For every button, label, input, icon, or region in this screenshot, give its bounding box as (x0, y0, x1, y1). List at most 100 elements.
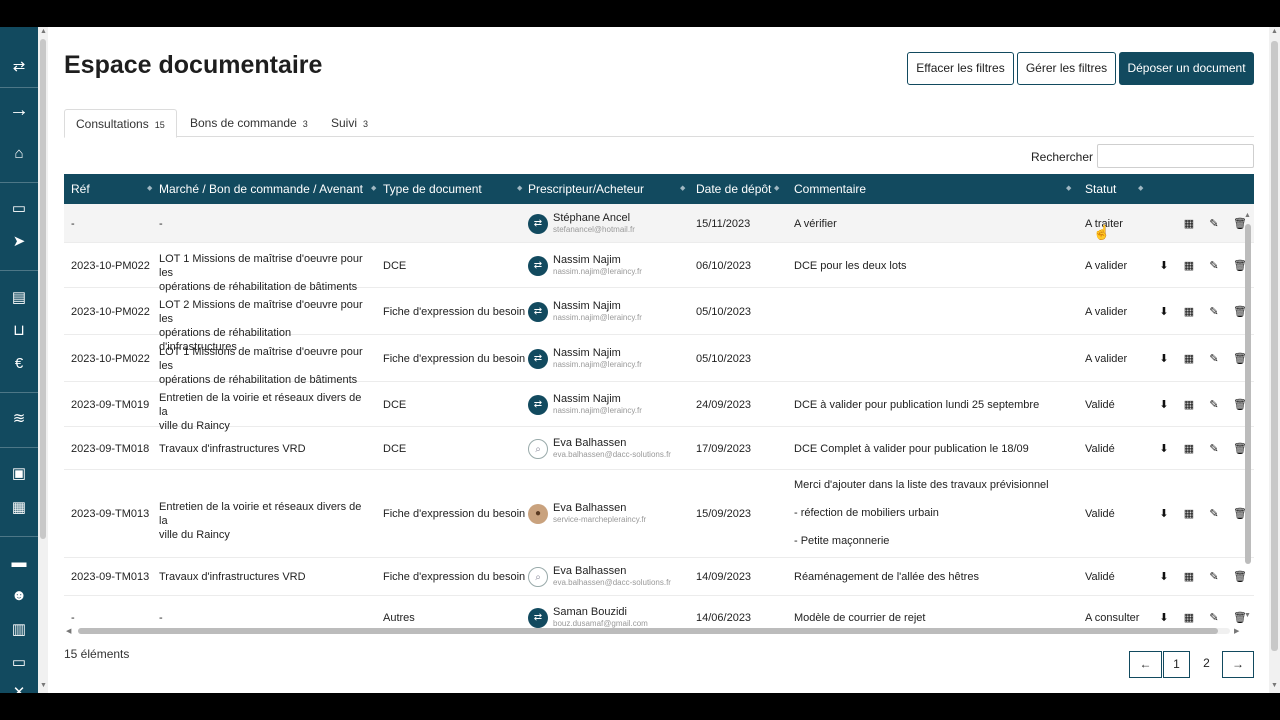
cell-ref: 2023-10-PM022 (71, 352, 150, 365)
page-scrollbar[interactable]: ▲ ▼ (1269, 27, 1280, 693)
avatar: ⇄ (528, 213, 548, 234)
prescripteur-name: Eva Balhassen (553, 565, 627, 577)
marche-line: Entretien de la voirie et réseaux divers… (159, 391, 362, 418)
table-row[interactable]: 2023-09-TM019 Entretien de la voirie et r… (64, 382, 1254, 432)
cell-date: 17/09/2023 (696, 442, 752, 455)
table-row[interactable]: 2023-10-PM022 LOT 1 Missions de maîtrise … (64, 243, 1254, 293)
cell-date: 24/09/2023 (696, 398, 752, 411)
column-header-date[interactable]: Date de dépôt ◆ (696, 174, 779, 204)
calendar-icon[interactable]: ▦ (1183, 218, 1195, 230)
mouse-cursor-icon: ☝ (1093, 224, 1111, 240)
edit-icon[interactable]: ✎ (1208, 612, 1220, 624)
column-header-type[interactable]: Type de document ◆ (383, 174, 522, 204)
download-icon[interactable]: ⬇ (1158, 612, 1170, 624)
upload-document-button[interactable]: Déposer un document (1119, 52, 1254, 85)
sidebar: ⇄ → ⌂ ▭ ➤ ▤ ⊔ € ≋ ▣ ▦ ▬ ☻ ▥ ▭ ✕ (0, 27, 38, 693)
prev-page-button[interactable]: ← (1129, 651, 1162, 678)
column-header-commentaire[interactable]: Commentaire ◆ (794, 174, 1071, 204)
comment-line: Merci d'ajouter dans la liste des travau… (794, 479, 1049, 491)
calendar-icon[interactable]: ▦ (1183, 443, 1195, 455)
clear-filters-button[interactable]: Effacer les filtres (907, 52, 1014, 85)
calendar-icon[interactable]: ▦ (1183, 612, 1195, 624)
column-header-ref[interactable]: Réf ◆ (71, 174, 152, 204)
cell-type: DCE (383, 442, 407, 455)
search-input[interactable] (1097, 144, 1254, 168)
calendar-icon[interactable]: ▦ (1183, 399, 1195, 411)
edit-icon[interactable]: ✎ (1208, 508, 1220, 520)
cell-commentaire: DCE à valider pour publication lundi 25 … (794, 398, 1040, 411)
download-icon[interactable]: ⬇ (1158, 443, 1170, 455)
calendar-icon[interactable]: ▦ (1183, 571, 1195, 583)
edit-icon[interactable]: ✎ (1208, 399, 1220, 411)
table-row[interactable]: 2023-09-TM013 Travaux d'infrastructures V… (64, 558, 1254, 596)
marche-line: LOT 2 Missions de maîtrise d'oeuvre pour… (159, 298, 363, 325)
table-row[interactable]: 2023-10-PM022 LOT 1 Missions de maîtrise … (64, 335, 1254, 386)
edit-icon[interactable]: ✎ (1208, 571, 1220, 583)
next-page-button[interactable]: → (1222, 651, 1254, 678)
table-row[interactable]: - - ⇄ Stéphane Ancel stefanancel@hotmail.fr 1… (64, 204, 1254, 243)
cell-marche: LOT 1 Missions de maîtrise d'oeuvre pour… (159, 345, 369, 387)
more-icon[interactable]: ✕ (9, 683, 29, 693)
calendar-icon[interactable]: ▦ (1183, 508, 1195, 520)
expand-arrow-icon[interactable]: → (9, 100, 29, 120)
cell-commentaire: Merci d'ajouter dans la liste des travau… (794, 478, 1084, 562)
cell-ref: - (71, 217, 75, 230)
calendar-icon[interactable]: ▦ (1183, 353, 1195, 365)
table-row[interactable]: 2023-09-TM013 Entretien de la voirie et r… (64, 470, 1254, 558)
edit-icon[interactable]: ✎ (1208, 353, 1220, 365)
download-icon[interactable]: ⬇ (1158, 571, 1170, 583)
edit-icon[interactable]: ✎ (1208, 218, 1220, 230)
tabs-bar: Consultations 15 Bons de commande 3 Suivi 3 (64, 109, 1254, 138)
invoice-icon[interactable]: ▣ (9, 464, 29, 484)
avatar: ⇄ (528, 301, 548, 322)
cell-date: 06/10/2023 (696, 259, 752, 272)
download-icon[interactable]: ⬇ (1158, 399, 1170, 411)
table-row[interactable]: 2023-09-TM018 Travaux d'infrastructures V… (64, 427, 1254, 470)
tab-suivi[interactable]: Suivi 3 (320, 109, 379, 137)
prescripteur-name: Nassim Najim (553, 299, 621, 312)
download-icon[interactable]: ⬇ (1158, 508, 1170, 520)
calendar-icon[interactable]: ▦ (1183, 260, 1195, 272)
page-1-button[interactable]: 1 (1163, 651, 1190, 678)
euro-icon[interactable]: € (9, 354, 29, 374)
table-row[interactable]: 2023-10-PM022 LOT 2 Missions de maîtrise … (64, 288, 1254, 353)
marche-line: LOT 1 Missions de maîtrise d'oeuvre pour… (159, 345, 363, 372)
download-icon[interactable]: ⬇ (1158, 353, 1170, 365)
table-vertical-scrollbar[interactable]: ▲ ▼ (1244, 212, 1252, 632)
table-horizontal-scrollbar[interactable]: ◀ ▶ (64, 626, 1244, 636)
building-icon[interactable]: ▥ (9, 620, 29, 640)
edit-icon[interactable]: ✎ (1208, 443, 1220, 455)
users-icon[interactable]: ☻ (9, 586, 29, 606)
send-icon[interactable]: ➤ (9, 232, 29, 252)
column-header-marche[interactable]: Marché / Bon de commande / Avenant ◆ (159, 174, 376, 204)
folder-icon[interactable]: ▬ (9, 553, 29, 573)
avatar: ⇄ (528, 394, 548, 415)
document-icon[interactable]: ▤ (9, 288, 29, 308)
home-icon[interactable]: ⌂ (9, 144, 29, 164)
layers-icon[interactable]: ≋ (9, 409, 29, 429)
avatar: ⌕ (528, 567, 548, 587)
page-2-button[interactable]: 2 (1193, 651, 1220, 678)
logo-icon[interactable]: ⇄ (9, 57, 29, 77)
edit-icon[interactable]: ✎ (1208, 306, 1220, 318)
download-icon[interactable]: ⬇ (1158, 260, 1170, 272)
manage-filters-button[interactable]: Gérer les filtres (1017, 52, 1116, 85)
contact-card-icon[interactable]: ▦ (9, 498, 29, 518)
sidebar-scrollbar[interactable]: ▲ ▼ (38, 27, 48, 693)
download-icon[interactable]: ⬇ (1158, 306, 1170, 318)
cell-date: 05/10/2023 (696, 305, 752, 318)
cell-type: Fiche d'expression du besoin (383, 571, 526, 583)
app-frame: ⇄ → ⌂ ▭ ➤ ▤ ⊔ € ≋ ▣ ▦ ▬ ☻ ▥ ▭ ✕ ▲ ▼ Espa… (0, 27, 1280, 693)
column-header-statut[interactable]: Statut ◆ (1085, 174, 1143, 204)
edit-icon[interactable]: ✎ (1208, 260, 1220, 272)
column-header-prescripteur[interactable]: Prescripteur/Acheteur ◆ (528, 174, 685, 204)
tab-consultations[interactable]: Consultations 15 (64, 109, 177, 138)
cell-ref: 2023-09-TM018 (71, 442, 150, 455)
inbox-icon[interactable]: ▭ (9, 199, 29, 219)
cell-type: DCE (383, 398, 407, 411)
basket-icon[interactable]: ⊔ (9, 321, 29, 341)
tab-bons-de-commande[interactable]: Bons de commande 3 (179, 109, 319, 137)
id-card-icon[interactable]: ▭ (9, 653, 29, 673)
cell-commentaire (794, 335, 1079, 382)
calendar-icon[interactable]: ▦ (1183, 306, 1195, 318)
